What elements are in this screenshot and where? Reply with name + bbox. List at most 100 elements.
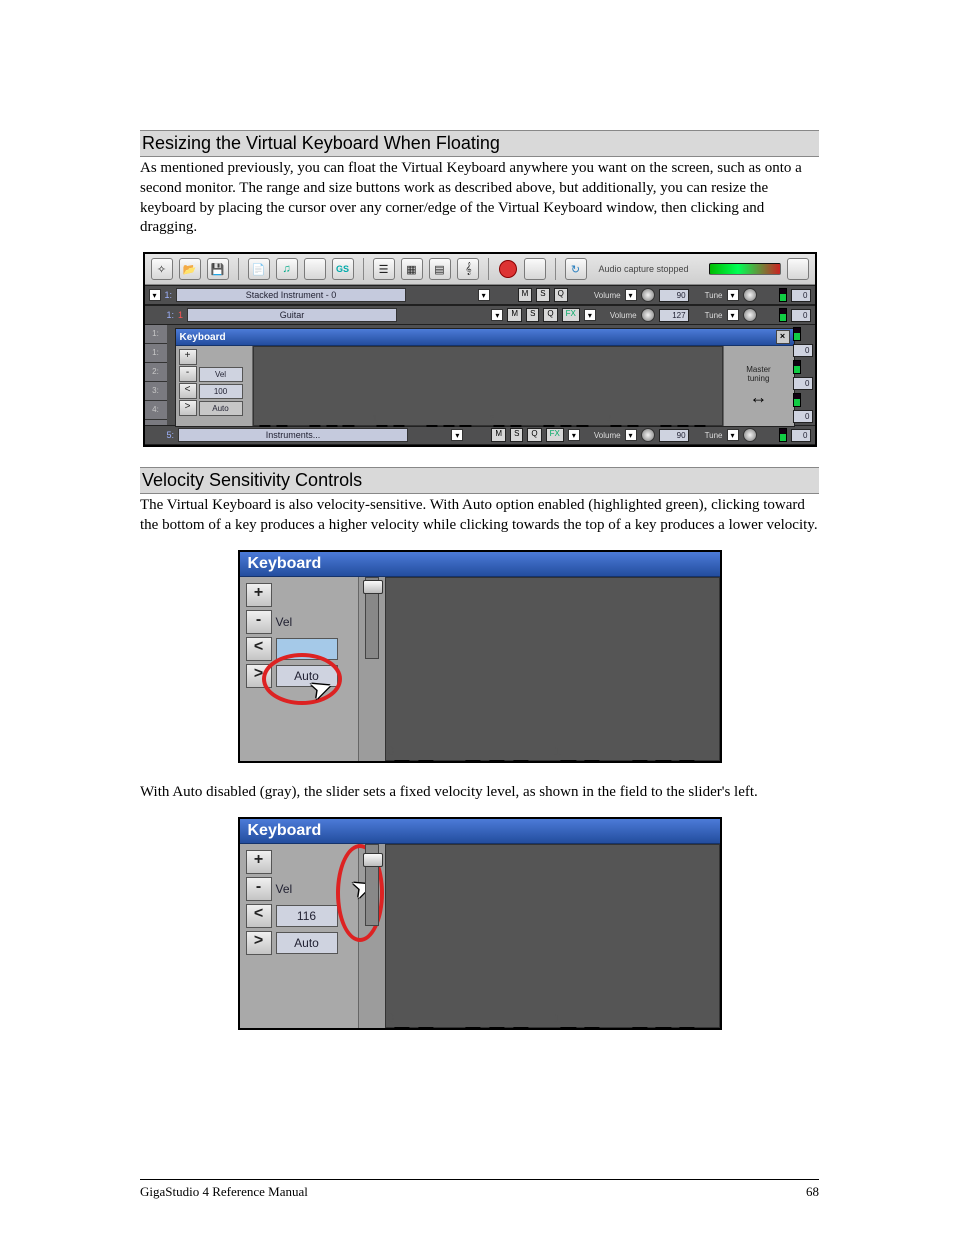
black-key[interactable] xyxy=(661,425,672,427)
black-key[interactable] xyxy=(632,1027,647,1029)
vel-value[interactable] xyxy=(276,638,338,660)
black-key[interactable] xyxy=(418,1027,433,1029)
black-key[interactable] xyxy=(393,425,404,427)
auto-button[interactable]: Auto xyxy=(199,401,243,416)
black-key[interactable] xyxy=(326,425,337,427)
keyboard-titlebar[interactable]: Keyboard × xyxy=(176,329,794,346)
fx-button[interactable]: FX xyxy=(562,308,580,322)
black-key[interactable] xyxy=(585,760,600,762)
black-key[interactable] xyxy=(561,760,576,762)
dropdown-icon[interactable]: ▾ xyxy=(727,289,739,301)
black-key[interactable] xyxy=(466,760,481,762)
close-icon[interactable]: × xyxy=(776,330,790,344)
gt-button[interactable]: > xyxy=(246,664,272,688)
dropdown-icon[interactable]: ▾ xyxy=(727,309,739,321)
pane-icon[interactable]: ▤ xyxy=(429,258,451,280)
blank2-icon[interactable] xyxy=(524,258,546,280)
velocity-slider[interactable] xyxy=(365,577,379,659)
black-key[interactable] xyxy=(577,425,588,427)
plus-button[interactable]: + xyxy=(246,583,272,607)
minus-button[interactable]: - xyxy=(246,610,272,634)
lt-button[interactable]: < xyxy=(246,904,272,928)
gt-button[interactable]: > xyxy=(179,400,197,416)
save-icon[interactable]: 💾 xyxy=(207,258,229,280)
vel-value[interactable]: 116 xyxy=(276,905,338,927)
blank-icon[interactable] xyxy=(304,258,326,280)
solo-button[interactable]: S xyxy=(536,288,549,302)
solo-button[interactable]: S xyxy=(510,428,523,442)
mute-button[interactable]: M xyxy=(518,288,533,302)
black-key[interactable] xyxy=(610,425,621,427)
new-icon[interactable]: ✧ xyxy=(151,258,173,280)
track-name-field[interactable]: Stacked Instrument - 0 xyxy=(176,288,406,302)
black-key[interactable] xyxy=(493,425,504,427)
black-key[interactable] xyxy=(309,425,320,427)
refresh-icon[interactable]: ↻ xyxy=(565,258,587,280)
black-key[interactable] xyxy=(680,1027,695,1029)
keyboard-titlebar[interactable]: Keyboard xyxy=(240,819,720,844)
volume-value[interactable]: 127 xyxy=(659,309,689,322)
gs-icon[interactable]: GS xyxy=(332,258,354,280)
dropdown-icon[interactable]: ▾ xyxy=(625,429,637,441)
q-button[interactable]: Q xyxy=(543,308,557,322)
black-key[interactable] xyxy=(656,1027,671,1029)
black-key[interactable] xyxy=(560,425,571,427)
dropdown-icon[interactable]: ▾ xyxy=(727,429,739,441)
volume-dial[interactable] xyxy=(641,308,655,322)
virtual-keyboard[interactable]: 0123 xyxy=(253,346,723,426)
vel-value[interactable]: 100 xyxy=(199,384,243,399)
dropdown-icon[interactable]: ▾ xyxy=(478,289,490,301)
volume-dial[interactable] xyxy=(641,428,655,442)
volume-value[interactable]: 90 xyxy=(659,289,689,302)
volume-dial[interactable] xyxy=(641,288,655,302)
open-icon[interactable]: 📂 xyxy=(179,258,201,280)
tune-dial[interactable] xyxy=(743,288,757,302)
black-key[interactable] xyxy=(543,425,554,427)
black-key[interactable] xyxy=(585,1027,600,1029)
mute-button[interactable]: M xyxy=(507,308,522,322)
slider-thumb[interactable] xyxy=(363,580,383,594)
dropdown-icon[interactable]: ▾ xyxy=(491,309,503,321)
mute-button[interactable]: M xyxy=(491,428,506,442)
plus-button[interactable]: + xyxy=(179,349,197,365)
virtual-keyboard[interactable]: 01 xyxy=(385,844,720,1028)
doc-icon[interactable]: 📄 xyxy=(248,258,270,280)
black-key[interactable] xyxy=(466,1027,481,1029)
lt-button[interactable]: < xyxy=(179,383,197,399)
black-key[interactable] xyxy=(394,760,409,762)
black-key[interactable] xyxy=(656,760,671,762)
black-key[interactable] xyxy=(394,1027,409,1029)
black-key[interactable] xyxy=(489,1027,504,1029)
black-key[interactable] xyxy=(510,425,521,427)
pulse-icon[interactable]: ♫ xyxy=(276,258,298,280)
black-key[interactable] xyxy=(426,425,437,427)
dropdown-icon[interactable]: ▾ xyxy=(451,429,463,441)
piano-icon[interactable]: 𝄞 xyxy=(457,258,479,280)
keyboard-titlebar[interactable]: Keyboard xyxy=(240,552,720,577)
black-key[interactable] xyxy=(460,425,471,427)
track-name-field[interactable]: Guitar xyxy=(187,308,397,322)
tune-dial[interactable] xyxy=(743,308,757,322)
gt-button[interactable]: > xyxy=(246,931,272,955)
plus-button[interactable]: + xyxy=(246,850,272,874)
dropdown-icon[interactable]: ▾ xyxy=(625,289,637,301)
track-name-field[interactable]: Instruments... xyxy=(178,428,408,442)
tune-dial[interactable] xyxy=(743,428,757,442)
black-key[interactable] xyxy=(513,1027,528,1029)
black-key[interactable] xyxy=(627,425,638,427)
black-key[interactable] xyxy=(276,425,287,427)
q-button[interactable]: Q xyxy=(527,428,541,442)
black-key[interactable] xyxy=(376,425,387,427)
volume-value[interactable]: 90 xyxy=(659,429,689,442)
grid-icon[interactable]: ▦ xyxy=(401,258,423,280)
black-key[interactable] xyxy=(561,1027,576,1029)
black-key[interactable] xyxy=(513,760,528,762)
virtual-keyboard[interactable]: 01 xyxy=(385,577,720,761)
record-icon[interactable] xyxy=(498,259,518,279)
q-button[interactable]: Q xyxy=(554,288,568,302)
dropdown-icon[interactable]: ▾ xyxy=(584,309,596,321)
black-key[interactable] xyxy=(418,760,433,762)
solo-button[interactable]: S xyxy=(526,308,539,322)
black-key[interactable] xyxy=(680,760,695,762)
black-key[interactable] xyxy=(259,425,270,427)
